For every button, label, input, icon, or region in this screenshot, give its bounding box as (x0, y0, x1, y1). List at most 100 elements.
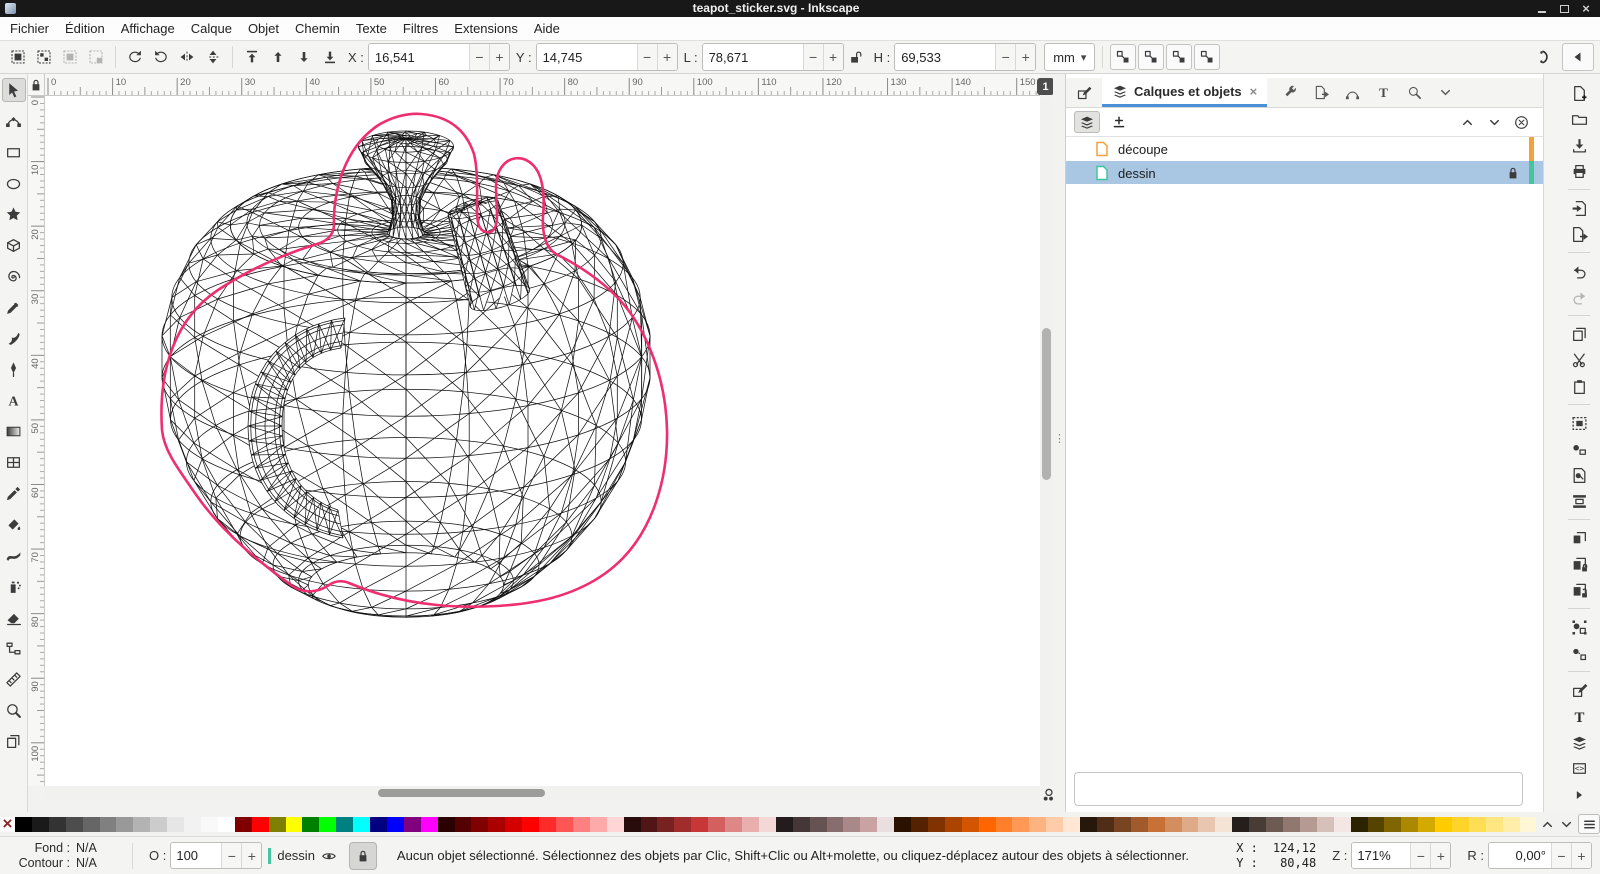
tool-text[interactable]: A (2, 388, 26, 412)
palette-swatch[interactable] (32, 817, 49, 832)
palette-swatch[interactable] (252, 817, 269, 832)
preferences-dialog-icon[interactable] (1283, 85, 1298, 100)
palette-swatch[interactable] (387, 817, 404, 832)
tool-spiral[interactable] (2, 264, 26, 288)
rotation-minus-button[interactable] (1551, 843, 1571, 868)
fill-stroke-dialog-button[interactable] (1568, 679, 1590, 701)
zoom-selection-button[interactable] (1568, 412, 1590, 434)
group-button[interactable] (1568, 616, 1590, 638)
opacity-plus-button[interactable] (241, 843, 261, 868)
palette-swatch[interactable] (133, 817, 150, 832)
palette-swatch[interactable] (116, 817, 133, 832)
layer-locked-icon[interactable] (1505, 165, 1521, 181)
palette-swatch[interactable] (1029, 817, 1046, 832)
palette-swatch[interactable] (1080, 817, 1097, 832)
no-color-swatch[interactable] (0, 817, 15, 832)
rotate-cw-button[interactable] (149, 45, 173, 69)
tab-fill-stroke[interactable] (1066, 78, 1102, 107)
palette-swatch[interactable] (1266, 817, 1283, 832)
selection-box-toggle[interactable] (84, 45, 108, 69)
palette-swatch[interactable] (1469, 817, 1486, 832)
palette-swatch[interactable] (860, 817, 877, 832)
ungroup-button[interactable] (1568, 642, 1590, 664)
unit-dropdown[interactable]: mm (1044, 43, 1095, 71)
palette-swatch[interactable] (471, 817, 488, 832)
layer-row-dessin[interactable]: dessin (1066, 161, 1543, 185)
palette-swatch[interactable] (505, 817, 522, 832)
palette-swatch[interactable] (725, 817, 742, 832)
export-dialog-icon[interactable] (1314, 85, 1329, 100)
tool-gradient[interactable] (2, 419, 26, 443)
flip-horizontal-button[interactable] (175, 45, 199, 69)
palette-swatch[interactable] (1131, 817, 1148, 832)
folder-open-button[interactable] (1568, 108, 1590, 130)
lower-to-bottom-button[interactable] (318, 45, 342, 69)
palette-swatch[interactable] (455, 817, 472, 832)
cut-button[interactable] (1568, 349, 1590, 371)
palette-swatch[interactable] (945, 817, 962, 832)
rotation-plus-button[interactable] (1571, 843, 1591, 868)
palette-swatch[interactable] (928, 817, 945, 832)
menu-texte[interactable]: Texte (348, 18, 395, 39)
menu-calque[interactable]: Calque (183, 18, 240, 39)
palette-swatch[interactable] (1520, 817, 1536, 832)
tool-zoom[interactable] (2, 698, 26, 722)
raise-button[interactable] (266, 45, 290, 69)
opacity-minus-button[interactable] (221, 843, 241, 868)
palette-swatch[interactable] (1503, 817, 1520, 832)
export-document-button[interactable] (1568, 223, 1590, 245)
restore-button[interactable] (1558, 3, 1570, 15)
move-patterns-toggle[interactable] (1194, 44, 1220, 70)
menu-aide[interactable]: Aide (526, 18, 568, 39)
height-plus-button[interactable] (1015, 44, 1035, 70)
palette-swatch[interactable] (404, 817, 421, 832)
horizontal-scrollbar[interactable] (45, 786, 1040, 800)
tab-layers-objects[interactable]: Calques et objets (1102, 78, 1267, 107)
tool-pages[interactable] (2, 729, 26, 753)
palette-swatch[interactable] (49, 817, 66, 832)
palette-swatch[interactable] (624, 817, 641, 832)
palette-menu-button[interactable] (1578, 814, 1600, 834)
paste-button[interactable] (1568, 375, 1590, 397)
tool-selector[interactable] (2, 78, 26, 102)
minimize-button[interactable] (1536, 3, 1548, 15)
move-layer-up-button[interactable] (1460, 115, 1475, 130)
canvas[interactable] (45, 96, 1040, 786)
height-input[interactable] (895, 44, 995, 70)
palette-swatch[interactable] (1486, 817, 1503, 832)
zoom-page-width-button[interactable] (1568, 490, 1590, 512)
tool-connector[interactable] (2, 636, 26, 660)
palette-swatch[interactable] (201, 817, 218, 832)
palette-swatch[interactable] (894, 817, 911, 832)
snap-controls-icon[interactable] (1536, 49, 1552, 65)
y-minus-button[interactable] (637, 44, 657, 70)
palette-swatch[interactable] (641, 817, 658, 832)
layer-row-decoupe[interactable]: découpe (1066, 137, 1543, 161)
y-plus-button[interactable] (657, 44, 677, 70)
palette-swatch[interactable] (1283, 817, 1300, 832)
palette-swatch[interactable] (83, 817, 100, 832)
palette-swatch[interactable] (421, 817, 438, 832)
zoom-minus-button[interactable] (1410, 843, 1430, 868)
palette-swatch[interactable] (911, 817, 928, 832)
palette-swatch[interactable] (877, 817, 894, 832)
x-input[interactable] (369, 44, 469, 70)
menu-objet[interactable]: Objet (240, 18, 287, 39)
palette-swatch[interactable] (1012, 817, 1029, 832)
zoom-input[interactable] (1352, 843, 1410, 868)
trace-dialog-icon[interactable] (1345, 85, 1360, 100)
select-all-button[interactable] (6, 45, 30, 69)
deselect-button[interactable] (58, 45, 82, 69)
vertical-scrollbar[interactable] (1040, 98, 1053, 786)
palette-swatch[interactable] (184, 817, 201, 832)
delete-layer-button[interactable] (1514, 115, 1529, 130)
blend-mode-select[interactable] (1074, 772, 1523, 806)
palette-swatch[interactable] (1368, 817, 1385, 832)
menu-extensions[interactable]: Extensions (446, 18, 526, 39)
tool-eraser[interactable] (2, 605, 26, 629)
import-document-button[interactable] (1568, 197, 1590, 219)
palette-swatch[interactable] (708, 817, 725, 832)
palette-swatch[interactable] (1452, 817, 1469, 832)
palette-swatch[interactable] (522, 817, 539, 832)
palette-swatch[interactable] (979, 817, 996, 832)
